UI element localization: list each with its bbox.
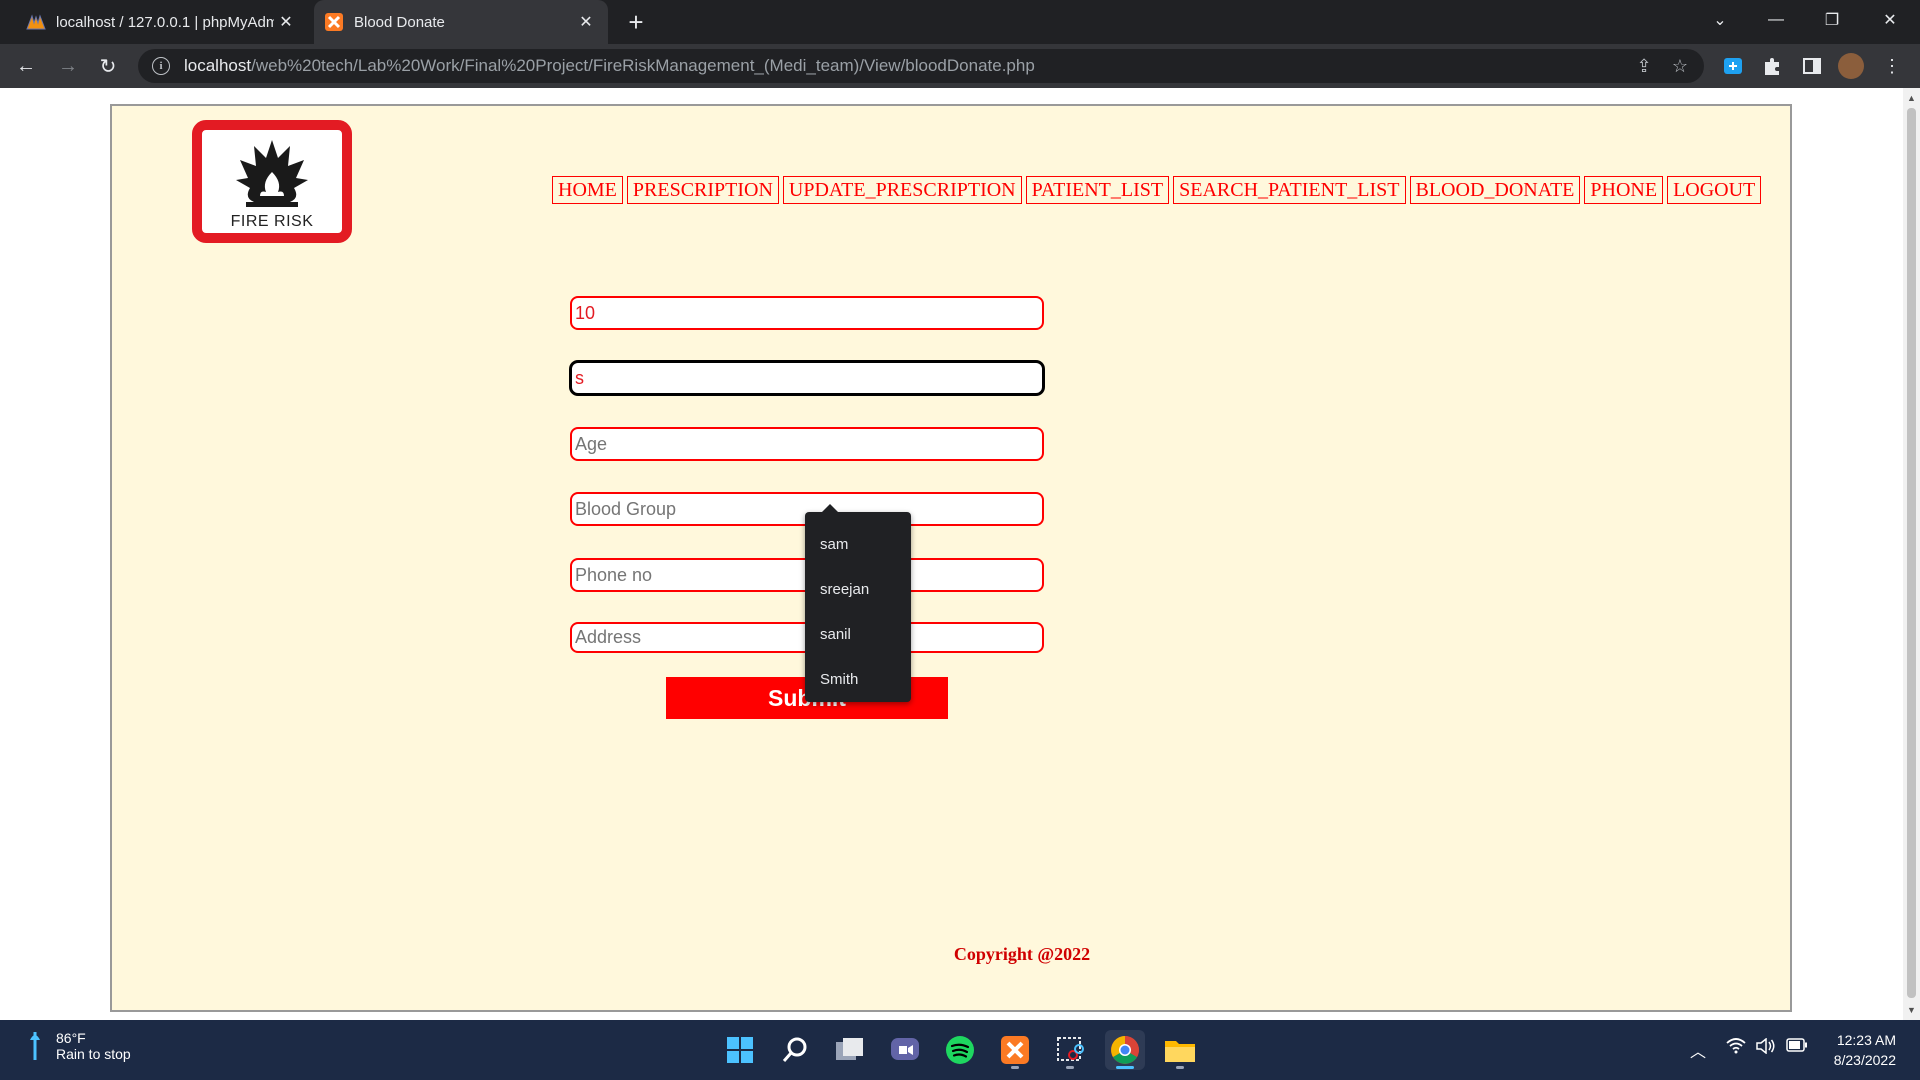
tab-phpmyadmin[interactable]: localhost / 127.0.0.1 | phpMyAdmin ✕ (8, 0, 308, 44)
side-panel-icon[interactable] (1798, 52, 1826, 80)
star-icon[interactable]: ☆ (1668, 54, 1692, 78)
weather-desc: Rain to stop (56, 1046, 131, 1062)
running-indicator (1116, 1066, 1134, 1069)
nav-patient-list[interactable]: PATIENT_LIST (1025, 176, 1170, 204)
running-indicator (1066, 1066, 1074, 1069)
forward-arrow-icon[interactable]: → (52, 50, 84, 82)
new-tab-button[interactable]: + (620, 6, 652, 38)
more-menu-icon[interactable]: ⋮ (1878, 52, 1906, 80)
main-nav: HOME PRESCRIPTION UPDATE_PRESCRIPTION PA… (552, 176, 1762, 204)
minimize-button[interactable]: — (1748, 0, 1804, 40)
back-arrow-icon[interactable]: ← (10, 50, 42, 82)
reload-icon[interactable]: ↻ (92, 50, 124, 82)
fire-risk-logo[interactable]: FIRE RISK (192, 120, 352, 243)
info-icon[interactable]: i (152, 57, 170, 75)
extension-translate-icon[interactable] (1719, 52, 1747, 80)
nav-blood-donate[interactable]: BLOOD_DONATE (1409, 176, 1581, 204)
wifi-icon[interactable] (1726, 1038, 1746, 1059)
nav-phone[interactable]: PHONE (1584, 176, 1664, 204)
search-icon[interactable] (775, 1030, 815, 1070)
tab-title: Blood Donate (354, 13, 445, 31)
volume-icon[interactable] (1756, 1037, 1776, 1059)
xampp-icon (324, 12, 344, 32)
nav-search-patient-list[interactable]: SEARCH_PATIENT_LIST (1173, 176, 1406, 204)
age-field[interactable]: Age (570, 427, 1044, 461)
browser-toolbar: ← → ↻ i localhost/web%20tech/Lab%20Work/… (0, 44, 1920, 88)
teams-chat-icon[interactable] (885, 1030, 925, 1070)
task-view-icon[interactable] (830, 1030, 870, 1070)
dropdown-pointer (821, 504, 839, 513)
name-field-value: s (575, 367, 584, 388)
xampp-icon[interactable] (995, 1030, 1035, 1070)
running-indicator (1176, 1066, 1184, 1069)
vertical-scrollbar[interactable]: ▲ ▼ (1903, 88, 1920, 1020)
nav-home[interactable]: HOME (552, 176, 623, 204)
browser-tab-bar: localhost / 127.0.0.1 | phpMyAdmin ✕ Blo… (0, 0, 1920, 44)
chrome-icon[interactable] (1105, 1030, 1145, 1070)
running-indicator (1011, 1066, 1019, 1069)
copyright-text: Copyright @2022 (953, 944, 1091, 964)
autocomplete-dropdown: sam sreejan sanil Smith (805, 504, 911, 702)
share-icon[interactable]: ⇪ (1632, 54, 1656, 78)
tab-blood-donate[interactable]: Blood Donate ✕ (314, 0, 608, 44)
name-field[interactable]: s (570, 361, 1044, 395)
logo-caption: FIRE RISK (230, 213, 314, 230)
snipping-tool-icon[interactable] (1050, 1030, 1090, 1070)
scroll-down-icon[interactable]: ▼ (1903, 1002, 1920, 1018)
close-icon[interactable]: ✕ (274, 10, 298, 34)
age-field-placeholder: Age (575, 433, 608, 454)
nav-logout[interactable]: LOGOUT (1667, 176, 1762, 204)
page-container: FIRE RISK HOME PRESCRIPTION UPDATE_PRESC… (110, 104, 1792, 1012)
address-field-placeholder: Address (575, 627, 642, 647)
scroll-up-icon[interactable]: ▲ (1903, 90, 1920, 106)
weather-temp: 86°F (56, 1030, 86, 1046)
battery-icon[interactable] (1786, 1038, 1808, 1057)
phone-field-placeholder: Phone no (575, 564, 653, 585)
phpmyadmin-icon (26, 12, 46, 32)
tab-title: localhost / 127.0.0.1 | phpMyAdmin (56, 13, 274, 31)
url-path: /web%20tech/Lab%20Work/Final%20Project/F… (251, 56, 1035, 75)
clock-date: 8/23/2022 (1833, 1052, 1896, 1068)
weather-widget[interactable]: 86°F Rain to stop (28, 1030, 131, 1062)
extensions-puzzle-icon[interactable] (1758, 52, 1786, 80)
nav-prescription[interactable]: PRESCRIPTION (626, 176, 779, 204)
id-field-value: 10 (575, 302, 596, 323)
flame-icon (236, 140, 308, 207)
autocomplete-option[interactable]: Smith (805, 657, 911, 702)
tab-search-chevron-icon[interactable]: ⌄ (1692, 0, 1748, 40)
close-window-button[interactable]: ✕ (1862, 0, 1918, 40)
chevron-up-icon[interactable]: ︿ (1690, 1038, 1706, 1062)
scroll-thumb[interactable] (1907, 108, 1916, 998)
blood-group-field-placeholder: Blood Group (575, 498, 677, 519)
spotify-icon[interactable] (940, 1030, 980, 1070)
autocomplete-option[interactable]: sreejan (805, 567, 911, 612)
system-clock[interactable]: 12:23 AM 8/23/2022 (1834, 1030, 1896, 1070)
url-host: localhost (184, 56, 252, 75)
file-explorer-icon[interactable] (1160, 1030, 1200, 1070)
nav-update-prescription[interactable]: UPDATE_PRESCRIPTION (782, 176, 1022, 204)
profile-avatar[interactable] (1838, 53, 1864, 79)
weather-umbrella-icon (30, 1032, 40, 1060)
start-icon[interactable] (720, 1030, 760, 1070)
autocomplete-option[interactable]: sam (805, 522, 911, 567)
clock-time: 12:23 AM (1836, 1032, 1896, 1048)
autocomplete-option[interactable]: sanil (805, 612, 911, 657)
close-icon[interactable]: ✕ (574, 10, 598, 34)
address-bar[interactable]: i localhost/web%20tech/Lab%20Work/Final%… (138, 49, 1704, 83)
page-viewport: FIRE RISK HOME PRESCRIPTION UPDATE_PRESC… (0, 88, 1920, 1020)
id-field[interactable]: 10 (570, 296, 1044, 330)
restore-button[interactable]: ❐ (1804, 0, 1860, 40)
windows-taskbar: 86°F Rain to stop ︿ 12:23 AM 8/23/2022 (0, 1020, 1920, 1080)
